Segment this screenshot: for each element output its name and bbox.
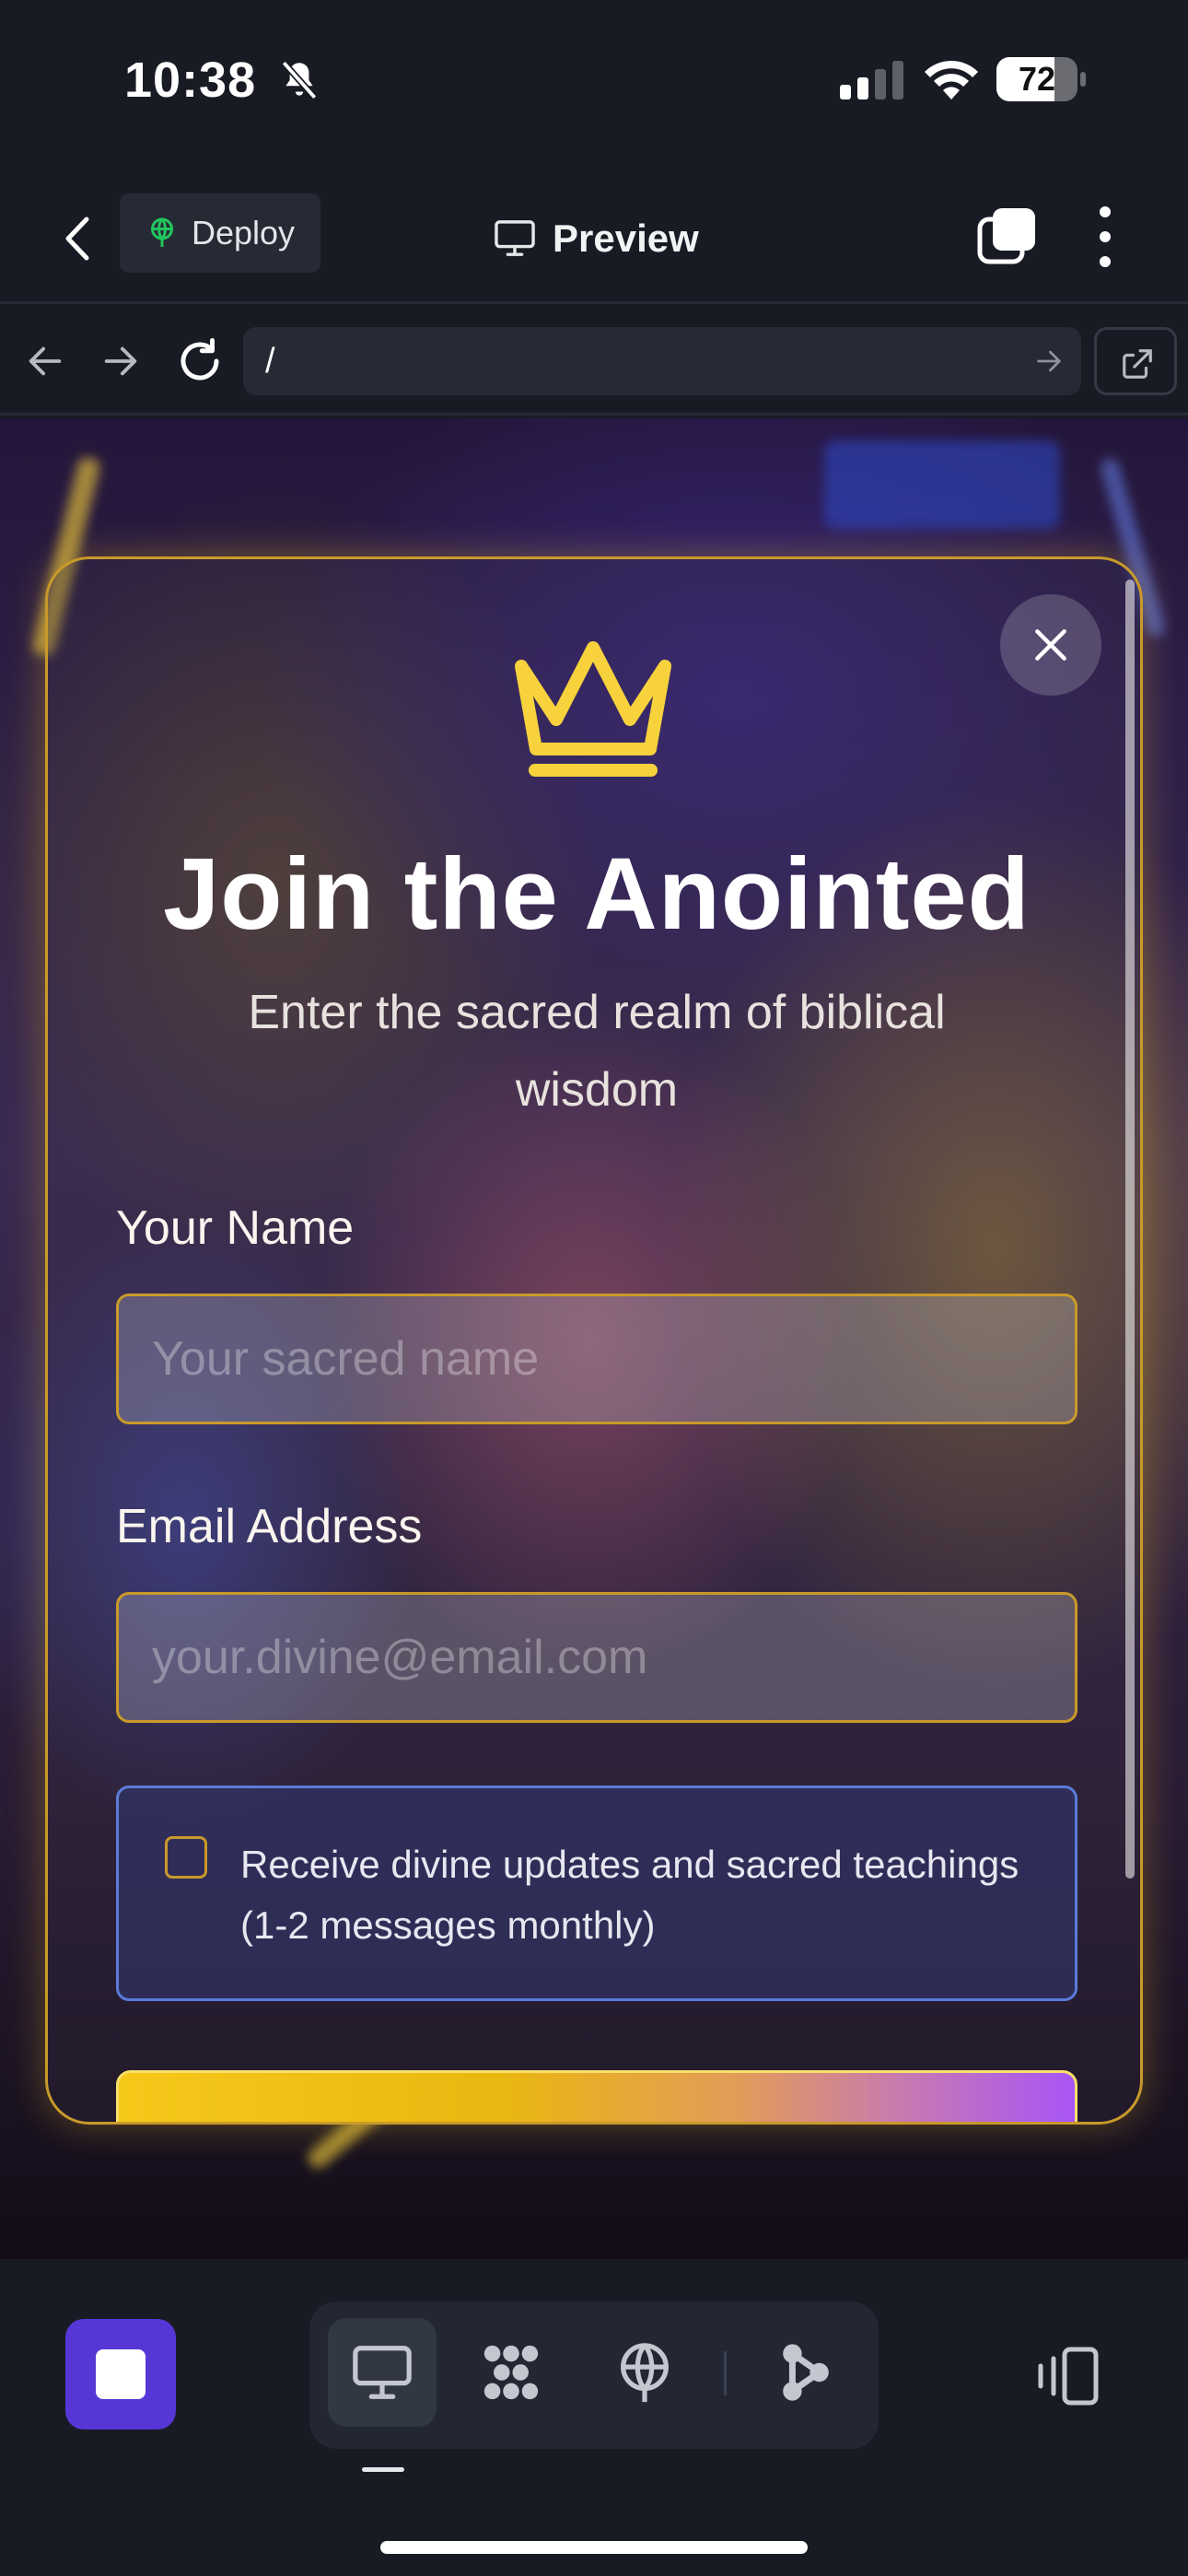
active-tool-indicator	[362, 2467, 404, 2472]
deploy-tool-button[interactable]	[590, 2318, 699, 2427]
wifi-icon	[925, 60, 978, 100]
consent-option[interactable]: Receive divine updates and sacred teachi…	[116, 1786, 1077, 2001]
layout-toggle-icon[interactable]	[1031, 2344, 1101, 2408]
preview-label: Preview	[553, 217, 699, 260]
apps-button[interactable]	[457, 2318, 565, 2427]
bottom-toolbar	[0, 2259, 1188, 2576]
email-field[interactable]	[116, 1592, 1077, 1723]
arrow-right-icon[interactable]	[99, 340, 142, 382]
back-chevron-icon[interactable]	[52, 206, 103, 271]
submit-button[interactable]	[116, 2070, 1077, 2122]
url-input[interactable]	[265, 327, 984, 395]
status-bar: 10:38 72	[0, 0, 1188, 166]
tool-group	[309, 2301, 879, 2449]
signup-modal: Join the Anointed Enter the sacred realm…	[45, 556, 1143, 2125]
web-preview-viewport: Join the Anointed Enter the sacred realm…	[0, 418, 1188, 2259]
modal-subtitle: Enter the sacred realm of biblical wisdo…	[248, 986, 946, 1117]
consent-checkbox[interactable]	[165, 1836, 207, 1879]
home-indicator[interactable]	[380, 2541, 808, 2554]
close-button[interactable]	[1000, 594, 1101, 696]
share-nodes-icon	[783, 2344, 829, 2401]
name-field[interactable]	[116, 1294, 1077, 1424]
email-label: Email Address	[116, 1500, 423, 1553]
go-arrow-icon[interactable]	[1033, 345, 1065, 377]
deploy-label: Deploy	[192, 214, 296, 252]
email-input[interactable]	[152, 1595, 1045, 1720]
external-link-icon	[1123, 349, 1152, 379]
url-field[interactable]	[243, 327, 1081, 395]
arrow-left-icon[interactable]	[24, 340, 66, 382]
tool-divider	[724, 2351, 727, 2395]
crown-icon	[515, 641, 671, 777]
tabs-icon[interactable]	[976, 205, 1039, 267]
deploy-button[interactable]: Deploy	[120, 193, 320, 273]
desktop-icon	[353, 2346, 412, 2399]
battery-icon: 72	[996, 57, 1086, 101]
share-button[interactable]	[751, 2318, 860, 2427]
status-time: 10:38	[124, 53, 257, 108]
browser-bar	[0, 307, 1188, 416]
deploy-globe-icon	[621, 2343, 669, 2403]
globe-sprout-icon	[151, 217, 173, 247]
battery-percent: 72	[1018, 60, 1056, 98]
modal-scrollbar[interactable]	[1125, 580, 1135, 1879]
grid-apps-icon	[483, 2345, 539, 2400]
modal-title: Join the Anointed	[163, 837, 1031, 951]
name-input[interactable]	[152, 1296, 1045, 1422]
desktop-view-button[interactable]	[328, 2318, 437, 2427]
reload-icon[interactable]	[175, 336, 225, 386]
close-icon	[1035, 629, 1066, 661]
bell-slash-icon	[281, 60, 318, 100]
stop-button[interactable]	[65, 2319, 176, 2430]
preview-tab[interactable]: Preview	[494, 206, 699, 271]
stop-icon	[96, 2349, 146, 2399]
name-label: Your Name	[116, 1201, 355, 1255]
consent-text: Receive divine updates and sacred teachi…	[240, 1843, 1019, 1947]
app-toolbar: Deploy Preview	[0, 166, 1188, 304]
more-vertical-icon[interactable]	[1087, 203, 1124, 271]
cellular-signal-icon	[840, 61, 903, 100]
open-external-button[interactable]	[1094, 327, 1177, 395]
monitor-icon	[495, 220, 535, 256]
background-signin-button	[824, 440, 1060, 529]
